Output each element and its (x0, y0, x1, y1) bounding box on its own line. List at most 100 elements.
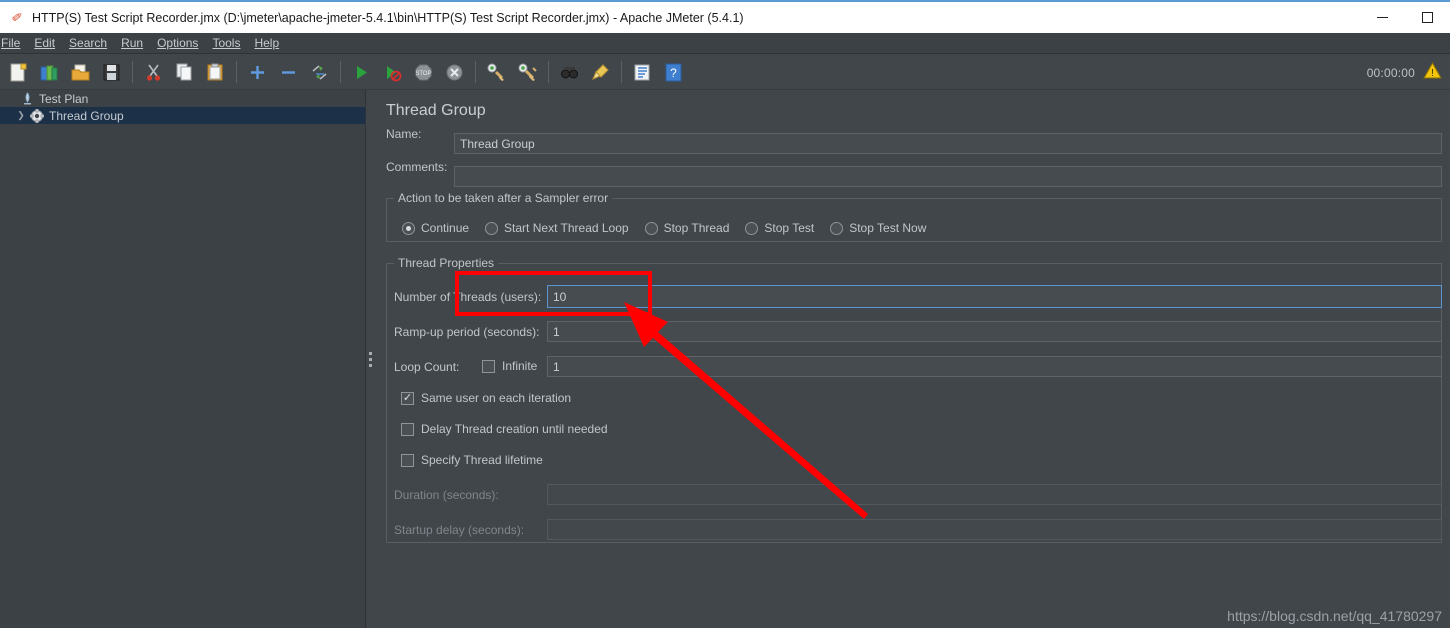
infinite-checkbox-label: Infinite (502, 359, 538, 373)
stop-icon[interactable]: STOP (409, 58, 438, 87)
same-user-checkbox-label: Same user on each iteration (421, 391, 572, 405)
same-user-checkbox-box: ✓ (401, 391, 414, 405)
menu-tools[interactable]: Tools (205, 34, 247, 52)
expand-all-icon[interactable] (243, 58, 272, 87)
radio-stop-test-now[interactable]: Stop Test Now (830, 221, 926, 235)
comments-label: Comments: (386, 160, 448, 174)
radio-start-next-thread-loop[interactable]: Start Next Thread Loop (485, 221, 629, 235)
svg-text:!: ! (1431, 68, 1434, 79)
duration-field[interactable] (547, 484, 1442, 505)
same-user-checkbox[interactable]: ✓ Same user on each iteration (401, 391, 571, 405)
startup-delay-field[interactable] (547, 519, 1442, 540)
thread-group-editor: Thread Group Name: Thread Group Comments… (374, 90, 1450, 628)
minimize-button[interactable] (1360, 2, 1405, 33)
elapsed-timer: 00:00:00 (1366, 65, 1415, 80)
menu-options-label: Options (157, 36, 199, 50)
rampup-period-field[interactable]: 1 (547, 321, 1442, 342)
loop-count-label: Loop Count: (394, 360, 460, 374)
clear-all-icon[interactable] (513, 58, 542, 87)
toolbar-separator (475, 61, 476, 83)
radio-stop-test-label: Stop Test (764, 221, 815, 235)
rampup-period-label: Ramp-up period (seconds): (394, 325, 540, 339)
thread-properties-group-title: Thread Properties (394, 256, 499, 270)
number-of-threads-field[interactable]: 10 (547, 285, 1442, 308)
jmeter-window: ✐ HTTP(S) Test Script Recorder.jmx (D:\j… (0, 0, 1450, 628)
infinite-checkbox[interactable]: Infinite (482, 359, 537, 373)
menu-search[interactable]: Search (62, 34, 114, 52)
comments-input[interactable] (454, 166, 1442, 187)
menu-file[interactable]: File (0, 34, 27, 52)
specify-thread-lifetime-checkbox[interactable]: Specify Thread lifetime (401, 453, 543, 467)
infinite-checkbox-box (482, 359, 495, 373)
menu-run[interactable]: Run (114, 34, 150, 52)
toolbar-separator (236, 61, 237, 83)
tree-item-test-plan[interactable]: Test Plan (0, 90, 365, 107)
page-title: Thread Group (386, 102, 486, 119)
toggle-icon[interactable] (305, 58, 334, 87)
radio-start-next-thread-loop-indicator (485, 221, 499, 235)
radio-continue-label: Continue (421, 221, 470, 235)
radio-continue[interactable]: Continue (402, 221, 469, 235)
cut-icon[interactable] (139, 58, 168, 87)
radio-stop-thread[interactable]: Stop Thread (644, 221, 730, 235)
start-no-timers-icon[interactable] (378, 58, 407, 87)
radio-stop-test-now-indicator (830, 221, 844, 235)
open-icon[interactable] (66, 58, 95, 87)
name-label: Name: (386, 127, 422, 141)
search-icon[interactable] (555, 58, 584, 87)
radio-start-next-thread-loop-label: Start Next Thread Loop (504, 221, 629, 235)
start-icon[interactable] (347, 58, 376, 87)
warning-triangle-icon[interactable]: ! (1423, 61, 1442, 85)
save-icon[interactable] (97, 58, 126, 87)
number-of-threads-label: Number of Threads (users): (394, 290, 542, 304)
templates-icon[interactable] (35, 58, 64, 87)
copy-icon[interactable] (170, 58, 199, 87)
menu-tools-label: Tools (212, 36, 241, 50)
new-icon[interactable] (4, 58, 33, 87)
menu-help[interactable]: Help (247, 34, 286, 52)
main-toolbar: STOP ? 00:00:00 ! (0, 55, 1450, 90)
duration-label: Duration (seconds): (394, 488, 499, 502)
menu-edit[interactable]: Edit (27, 34, 62, 52)
toolbar-separator (132, 61, 133, 83)
panel-splitter[interactable] (366, 90, 374, 628)
startup-delay-label: Startup delay (seconds): (394, 523, 525, 537)
specify-thread-lifetime-checkbox-box (401, 453, 414, 467)
radio-stop-test-indicator (745, 221, 759, 235)
jmeter-feather-icon: ✐ (10, 8, 24, 26)
watermark-text: https://blog.csdn.net/qq_41780297 (1227, 608, 1442, 624)
menu-options[interactable]: Options (150, 34, 205, 52)
help-icon[interactable]: ? (659, 58, 688, 87)
thread-group-gear-icon (28, 108, 46, 123)
toolbar-separator (621, 61, 622, 83)
tree-item-test-plan-label: Test Plan (39, 91, 89, 106)
delay-thread-creation-checkbox[interactable]: Delay Thread creation until needed (401, 422, 608, 436)
window-controls (1360, 2, 1450, 33)
radio-continue-indicator (402, 221, 415, 235)
window-titlebar: ✐ HTTP(S) Test Script Recorder.jmx (D:\j… (0, 0, 1450, 33)
radio-stop-test-now-label: Stop Test Now (849, 221, 927, 235)
tree-toggle-thread-group[interactable]: ❯ (14, 110, 28, 121)
maximize-button[interactable] (1405, 2, 1450, 33)
test-plan-tree[interactable]: Test Plan ❯ Thread Group (0, 90, 366, 628)
test-plan-icon (18, 91, 36, 106)
paste-icon[interactable] (201, 58, 230, 87)
collapse-all-icon[interactable] (274, 58, 303, 87)
shutdown-icon[interactable] (440, 58, 469, 87)
menu-bar: File Edit Search Run Options Tools Help (0, 33, 1450, 54)
reset-search-icon[interactable] (586, 58, 615, 87)
radio-stop-thread-indicator (644, 221, 658, 235)
tree-item-thread-group-label: Thread Group (49, 108, 124, 123)
clear-icon[interactable] (482, 58, 511, 87)
specify-thread-lifetime-checkbox-label: Specify Thread lifetime (421, 453, 543, 467)
splitter-grip-icon (368, 351, 372, 367)
svg-text:STOP: STOP (415, 71, 431, 77)
function-helper-icon[interactable] (628, 58, 657, 87)
radio-stop-thread-label: Stop Thread (663, 221, 730, 235)
delay-thread-creation-checkbox-box (401, 422, 414, 436)
name-input[interactable]: Thread Group (454, 133, 1442, 154)
loop-count-field[interactable]: 1 (547, 356, 1442, 377)
tree-item-thread-group[interactable]: ❯ Thread Group (0, 107, 365, 124)
svg-text:?: ? (670, 66, 677, 80)
radio-stop-test[interactable]: Stop Test (745, 221, 814, 235)
